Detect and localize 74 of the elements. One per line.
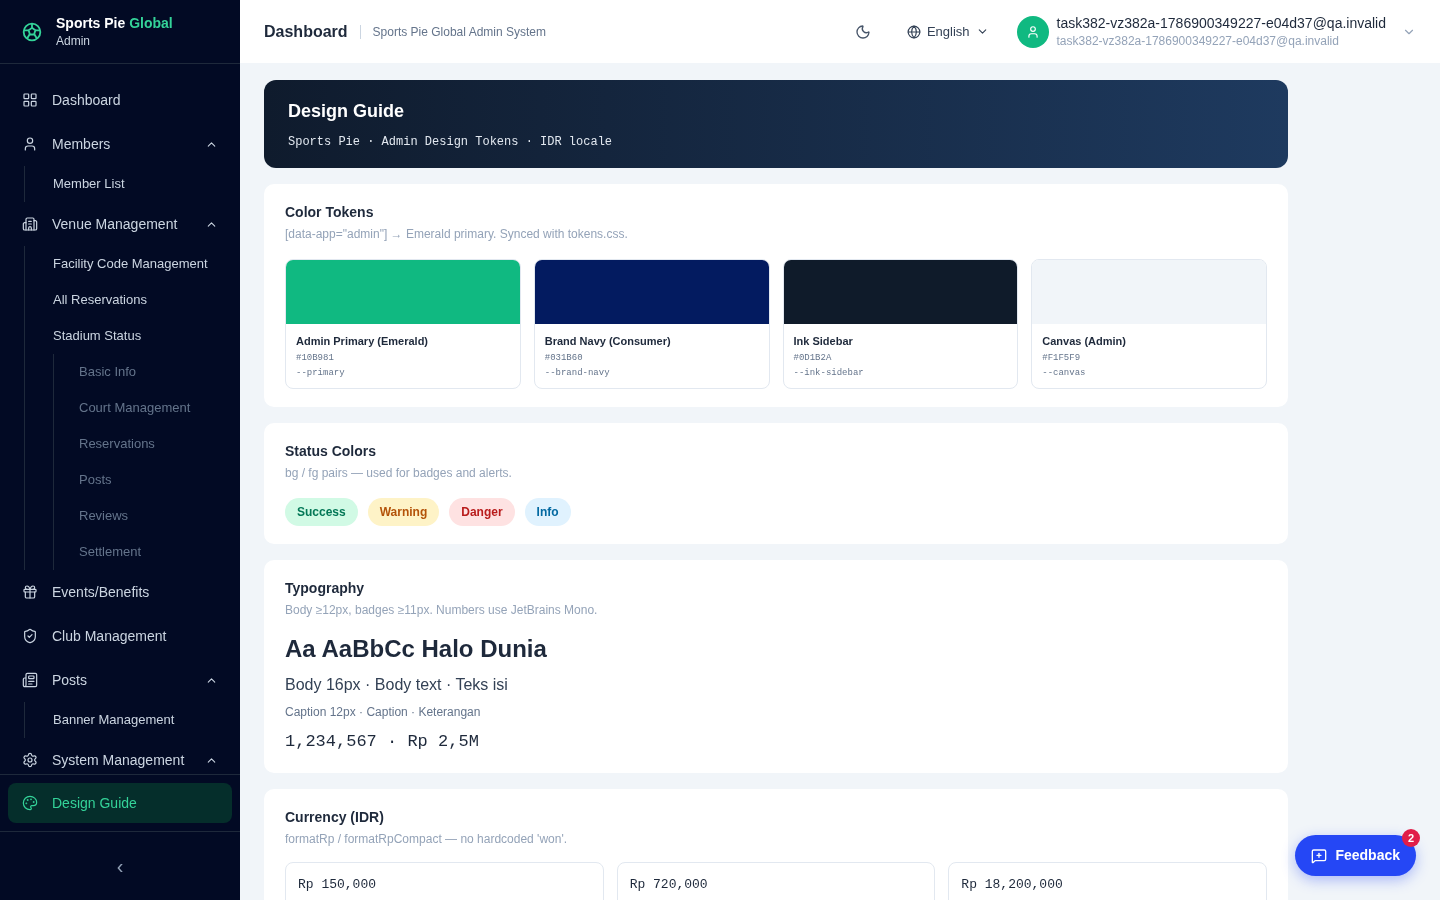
token-name: Brand Navy (Consumer) (544, 334, 672, 348)
token-variable: --primary (296, 367, 346, 380)
type-sample: Body 16px · Body text · Teks isi (285, 675, 509, 695)
sidebar-subitem[interactable]: Court Management (79, 390, 240, 426)
user-avatar[interactable] (1016, 15, 1049, 48)
page-subtitle: Sports Pie Global Admin System (372, 23, 546, 41)
sidebar-subitem[interactable]: Banner Management (53, 702, 240, 738)
status-badge: Warning (367, 498, 440, 526)
sidebar-subitem[interactable]: Member List (53, 166, 240, 202)
section-title: Currency (IDR) (285, 807, 385, 827)
type-sample: Aa AaBbCc Halo Dunia (285, 634, 548, 664)
sidebar-subitem[interactable]: Stadium Status (53, 318, 240, 354)
dark-mode-icon[interactable] (854, 23, 871, 40)
status-badge: Danger (449, 498, 515, 526)
token-name: Admin Primary (Emerald) (296, 334, 430, 348)
status-badge: Info (524, 498, 571, 526)
sidebar-item[interactable]: Dashboard (8, 78, 232, 122)
page-title: Dashboard (264, 21, 348, 42)
user-name: task382-vz382a-1786900349227-e04d37@qa.invalid (1056, 13, 1386, 32)
brand-subtitle: Admin (56, 32, 91, 50)
brand-name: Sports Pie Global (56, 13, 173, 32)
user-email: task382-vz382a-1786900349227-e04d37@qa.invalid (1056, 32, 1340, 50)
token-hex: #031B60 (544, 352, 584, 365)
globe-icon (906, 24, 921, 39)
section-description: bg / fg pairs — used for badges and alerts. (285, 465, 513, 482)
user-icon (22, 136, 38, 152)
section-title: Typography (285, 579, 366, 598)
sidebar-item[interactable]: Members (8, 122, 232, 166)
sidebar-subitem[interactable]: All Reservations (53, 282, 240, 318)
sidebar-subitem[interactable]: Posts (79, 462, 240, 498)
sidebar-item[interactable]: System Management (8, 738, 232, 774)
sidebar-item[interactable]: Venue Management (8, 202, 232, 246)
token-hex: #F1F5F9 (1042, 352, 1082, 365)
building-icon (22, 216, 38, 232)
sidebar-subitem[interactable]: Reviews (79, 498, 240, 534)
currency-value: Rp 150,000 (298, 876, 376, 892)
token-variable: --ink-sidebar (793, 367, 865, 380)
type-sample: 1,234,567 · Rp 2,5M (285, 731, 480, 753)
sidebar-subitem[interactable]: Basic Info (79, 354, 240, 390)
dashboard-icon (22, 92, 38, 108)
token-name: Ink Sidebar (793, 334, 854, 348)
language-selector[interactable]: English (906, 21, 989, 42)
section-description: [data-app="admin"] → Emerald primary. Synced with tokens.css. (285, 226, 629, 243)
section-title: Status Colors (285, 442, 377, 461)
shield-icon (22, 628, 38, 644)
sidebar-item[interactable]: Posts (8, 658, 232, 702)
section-title: Color Tokens (285, 203, 375, 222)
sidebar-item[interactable]: Events/Benefits (8, 570, 232, 614)
token-name: Canvas (Admin) (1042, 334, 1127, 348)
notification-badge: 2 (1402, 829, 1420, 847)
token-variable: --canvas (1042, 367, 1087, 380)
sidebar-item[interactable]: Design Guide (8, 783, 232, 823)
feedback-icon (1311, 847, 1328, 864)
palette-icon (22, 795, 38, 811)
token-hex: #10B981 (296, 352, 335, 365)
sidebar-subitem[interactable]: Facility Code Management (53, 246, 240, 282)
collapse-button[interactable]: ‹ (108, 856, 132, 876)
status-badge: Success (285, 498, 358, 526)
banner-title: Design Guide (288, 99, 405, 123)
token-hex: #0D1B2A (793, 352, 833, 365)
banner-subtitle: Sports Pie · Admin Design Tokens · IDR locale (288, 133, 614, 151)
section-description: formatRp / formatRpCompact — no hardcoded 'won'. (285, 830, 569, 848)
sidebar-item[interactable]: Club Management (8, 614, 232, 658)
sidebar-subitem[interactable]: Reservations (79, 426, 240, 462)
document-icon (22, 672, 38, 688)
type-sample: Caption 12px · Caption · Keterangan (285, 704, 482, 721)
section-description: Body ≥12px, badges ≥11px. Numbers use JetBrains Mono. (285, 602, 599, 619)
gift-icon (22, 584, 38, 600)
soccer-ball-icon (22, 21, 42, 42)
currency-value: Rp 18,200,000 (961, 876, 1063, 892)
sidebar-subitem[interactable]: Settlement (79, 534, 240, 570)
token-variable: --brand-navy (544, 367, 611, 380)
currency-value: Rp 720,000 (629, 876, 708, 892)
settings-icon (22, 752, 38, 768)
